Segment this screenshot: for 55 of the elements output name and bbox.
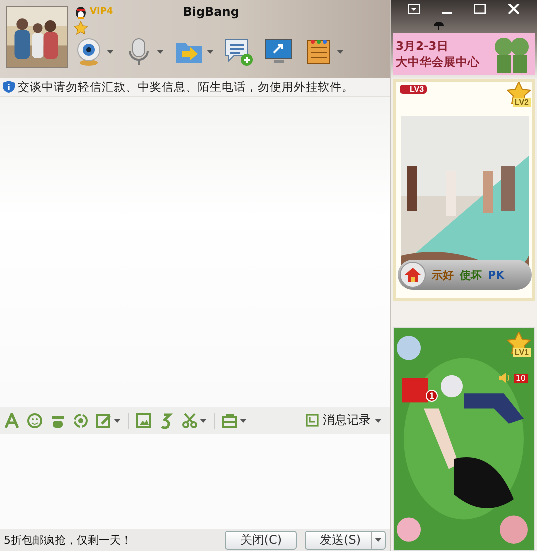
close-icon (508, 4, 520, 14)
chat-add-icon (224, 37, 254, 67)
banner-text: 3月2-3日 (396, 38, 450, 54)
image-icon (136, 412, 152, 428)
home-button[interactable] (400, 262, 426, 288)
dropdown-icon (408, 4, 420, 14)
star-icon (74, 21, 88, 35)
caret-icon (240, 418, 247, 422)
maximize-icon (474, 4, 486, 14)
minimize-icon (442, 12, 452, 14)
maximize-button[interactable] (474, 4, 486, 14)
safety-notice: 交谈中请勿轻信汇款、中奖信息、陌生电话，勿使用外挂软件。 (18, 80, 354, 94)
menu-button[interactable] (408, 4, 420, 14)
shake-icon (73, 412, 89, 428)
font-tool-button[interactable] (4, 410, 20, 430)
smiley-icon (27, 412, 43, 428)
speaker-icon (498, 372, 511, 384)
soldier-figures-icon (492, 35, 532, 73)
chat-add-tool-button[interactable] (224, 37, 254, 67)
level-badge: LV3 (400, 85, 428, 94)
promo-text: 5折包邮疯抢，仅剩一天！ (4, 532, 132, 548)
edit-icon (96, 412, 112, 428)
caret-icon (107, 50, 114, 54)
show-action-button[interactable]: 使坏 (460, 268, 482, 282)
caret-icon (114, 418, 121, 422)
window-title: BigBang (183, 5, 240, 19)
vip-level-text: VIP4 (90, 7, 114, 17)
star-level: LV2 (512, 98, 531, 107)
ad-banner[interactable]: 3月2-3日 大中华会展中心 (393, 33, 535, 75)
send-button[interactable]: 发送(S) (305, 530, 386, 550)
clock-icon (306, 414, 319, 427)
banner-text: 大中华会展中心 (396, 54, 480, 70)
star-level: LV1 (512, 348, 531, 357)
show-action-button[interactable]: PK (488, 268, 505, 282)
umbrella-icon (434, 21, 444, 31)
home-icon (405, 268, 421, 282)
caret-icon (157, 50, 164, 54)
caret-icon (375, 418, 382, 422)
toolbox-icon (222, 412, 238, 428)
message-input[interactable] (0, 434, 390, 529)
font-icon (4, 412, 20, 428)
close-button[interactable] (508, 4, 520, 14)
caret-icon (207, 50, 214, 54)
caret-icon (337, 50, 344, 54)
penguin-icon (74, 5, 88, 19)
scissors-tool-button[interactable] (182, 410, 207, 430)
caret-icon (200, 418, 207, 422)
close-button[interactable]: 关闭(C) (225, 530, 298, 550)
caret-icon (375, 538, 382, 542)
show-action-button[interactable]: 示好 (432, 268, 454, 282)
image-tool-button[interactable] (136, 410, 152, 430)
message-history-button[interactable]: 消息记录 (302, 412, 386, 429)
info-icon (3, 81, 15, 93)
smile-tool-button[interactable] (27, 410, 43, 430)
scissors-icon (182, 412, 198, 428)
